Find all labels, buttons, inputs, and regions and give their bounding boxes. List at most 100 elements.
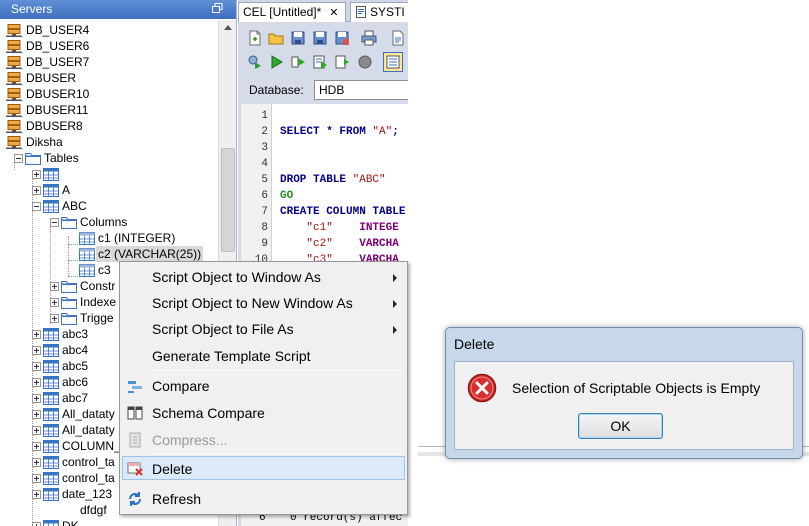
collapse-icon[interactable] <box>14 154 23 163</box>
tree-item-label: abc5 <box>62 359 89 373</box>
tree-item-server[interactable]: DBUSER11 <box>0 102 218 118</box>
compare-icon <box>128 381 142 393</box>
code-line: CREATE COLUMN TABLE <box>280 206 406 218</box>
database-select[interactable]: HDB <box>314 80 408 100</box>
servers-panel-title: Servers <box>11 2 53 16</box>
tab-untitled[interactable]: CEL [Untitled]* ✕ <box>238 2 346 22</box>
tree-item-columns-folder[interactable]: Columns <box>0 214 218 230</box>
expand-icon[interactable] <box>32 330 41 339</box>
submenu-arrow-icon <box>393 300 397 308</box>
menu-item-schema-compare[interactable]: Schema Compare <box>122 401 405 425</box>
line-number: 7 <box>261 206 268 218</box>
tree-item-server[interactable]: DB_USER6 <box>0 38 218 54</box>
expand-icon[interactable] <box>50 298 59 307</box>
tree-item-label: abc3 <box>62 327 89 341</box>
expand-icon[interactable] <box>32 410 41 419</box>
schema-compare-icon <box>127 406 143 420</box>
line-number: 5 <box>261 174 268 186</box>
step-icon[interactable] <box>334 54 350 70</box>
tree-item-server[interactable]: DBUSER <box>0 70 218 86</box>
run-selection-icon[interactable] <box>312 54 328 70</box>
close-icon[interactable]: ✕ <box>329 4 338 22</box>
tree-item-table[interactable]: A <box>0 182 218 198</box>
tree-item-label: COLUMN_ <box>62 439 121 453</box>
expand-icon[interactable] <box>32 346 41 355</box>
run-icon[interactable] <box>268 54 284 70</box>
error-icon <box>467 373 497 403</box>
menu-item-delete[interactable]: Delete <box>122 456 405 480</box>
expand-icon[interactable] <box>32 378 41 387</box>
tree-item-label: All_dataty <box>62 423 115 437</box>
tab-system[interactable]: SYSTI <box>350 2 408 22</box>
expand-icon[interactable] <box>50 314 59 323</box>
line-number: 6 <box>261 190 268 202</box>
save-as-icon[interactable] <box>312 30 328 46</box>
menu-item-label: Script Object to File As <box>152 321 294 337</box>
tree-item-label: Trigge <box>80 311 114 325</box>
database-selector-bar: Database: HDB <box>238 78 408 102</box>
tree-item-label: c2 (VARCHAR(25)) <box>96 246 204 262</box>
run-current-icon[interactable] <box>290 54 306 70</box>
expand-icon[interactable] <box>32 362 41 371</box>
print-icon[interactable] <box>361 30 377 46</box>
new-file-icon[interactable] <box>247 30 263 46</box>
menu-item-script-object-to-window-as[interactable]: Script Object to Window As <box>122 265 405 289</box>
servers-panel-header: Servers <box>0 0 236 19</box>
tree-item-column[interactable]: c2 (VARCHAR(25)) <box>0 246 218 262</box>
tree-item-server[interactable]: Diksha <box>0 134 218 150</box>
menu-item-refresh[interactable]: Refresh <box>122 487 405 511</box>
expand-icon[interactable] <box>32 426 41 435</box>
save-all-icon[interactable] <box>334 30 350 46</box>
menu-item-script-object-to-new-window-as[interactable]: Script Object to New Window As <box>122 291 405 315</box>
menu-item-generate-template-script[interactable]: Generate Template Script <box>122 344 405 368</box>
tree-item-table[interactable]: DK <box>0 518 218 526</box>
expand-icon[interactable] <box>32 186 41 195</box>
results-toggle-icon[interactable] <box>383 52 403 72</box>
database-label: Database: <box>249 83 304 97</box>
stop-icon[interactable] <box>357 54 373 70</box>
expand-icon[interactable] <box>32 458 41 467</box>
tab-untitled-label: CEL [Untitled]* <box>243 5 322 19</box>
menu-item-script-object-to-file-as[interactable]: Script Object to File As <box>122 317 405 341</box>
expand-icon[interactable] <box>32 394 41 403</box>
tree-item-label: Diksha <box>26 135 63 149</box>
menu-item-compare[interactable]: Compare <box>122 374 405 398</box>
editor-toolbar-bottom <box>241 50 408 74</box>
tree-item-label: dfdgf <box>80 503 107 517</box>
ok-button[interactable]: OK <box>578 413 663 439</box>
tree-item-label: DB_USER6 <box>26 39 90 53</box>
expand-icon[interactable] <box>32 442 41 451</box>
menu-item-label: Delete <box>152 461 193 477</box>
save-icon[interactable] <box>290 30 306 46</box>
collapse-icon[interactable] <box>50 218 59 227</box>
delete-dialog: Delete Selection of Scriptable Objects i… <box>445 327 803 459</box>
tree-item-server[interactable]: DBUSER10 <box>0 86 218 102</box>
open-folder-icon[interactable] <box>268 30 284 46</box>
tree-item-server[interactable]: DBUSER8 <box>0 118 218 134</box>
tree-item-label: Constr <box>80 279 116 293</box>
tree-item-table[interactable] <box>0 166 218 182</box>
tree-item-server[interactable]: DB_USER7 <box>0 54 218 70</box>
restore-icon[interactable] <box>212 3 223 14</box>
tree-item-column[interactable]: c1 (INTEGER) <box>0 230 218 246</box>
expand-icon[interactable] <box>32 474 41 483</box>
scrollbar-thumb[interactable] <box>221 148 235 252</box>
execute-script-icon[interactable] <box>247 54 263 70</box>
document-icon[interactable] <box>390 30 406 46</box>
tree-item-tables-folder[interactable]: Tables <box>0 150 218 166</box>
context-menu: Script Object to Window As Script Object… <box>119 261 408 515</box>
tree-item-label: abc4 <box>62 343 89 357</box>
delete-table-icon <box>127 462 143 476</box>
expand-icon[interactable] <box>32 170 41 179</box>
collapse-icon[interactable] <box>32 202 41 211</box>
dialog-message: Selection of Scriptable Objects is Empty <box>512 380 761 396</box>
tree-item-label: DB_USER7 <box>26 55 90 69</box>
tree-item-server[interactable]: DB_USER4 <box>0 22 218 38</box>
tree-item-table[interactable]: ABC <box>0 198 218 214</box>
expand-icon[interactable] <box>32 522 41 526</box>
scroll-up-arrow-icon[interactable] <box>224 25 232 30</box>
editor-toolbar-top <box>241 26 408 50</box>
expand-icon[interactable] <box>32 490 41 499</box>
tree-item-label: A <box>62 183 71 197</box>
expand-icon[interactable] <box>50 282 59 291</box>
